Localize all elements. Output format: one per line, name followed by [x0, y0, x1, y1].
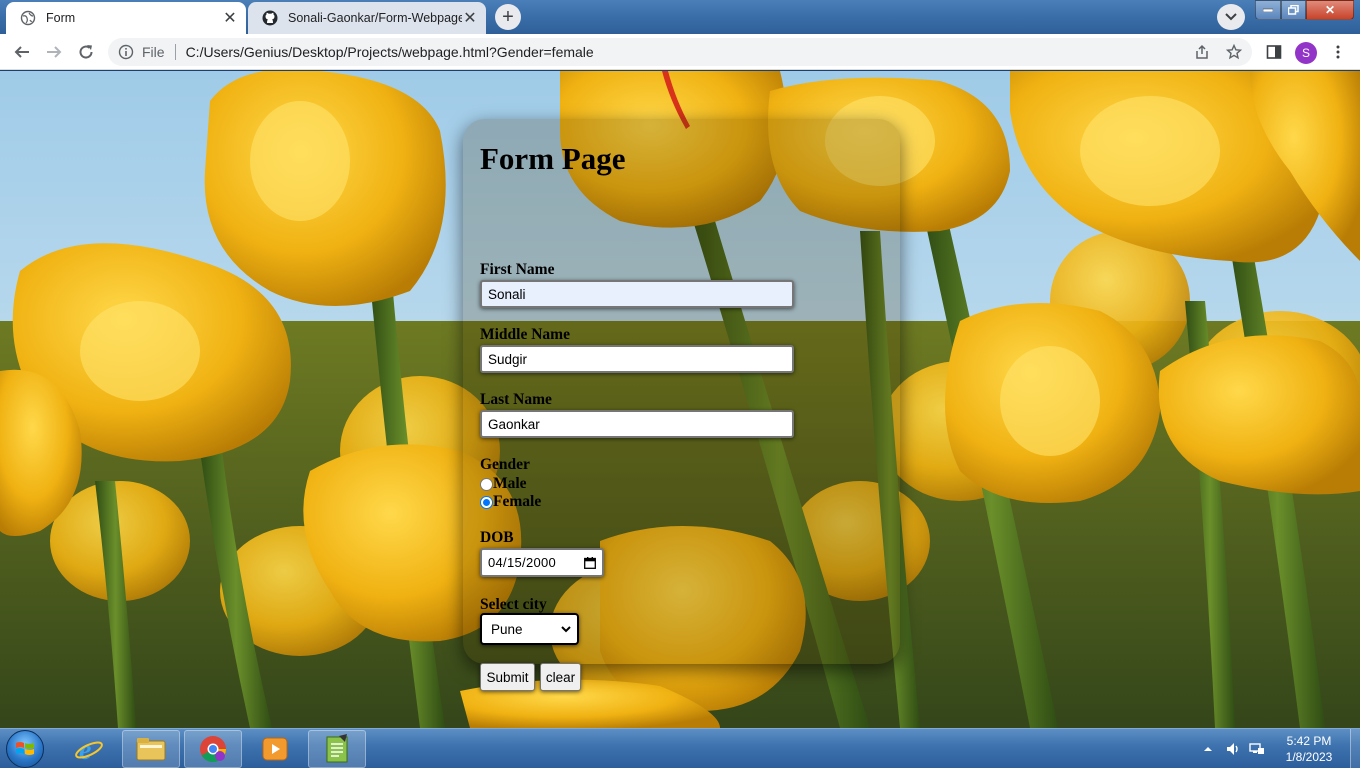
- chevron-down-icon: [561, 626, 571, 633]
- tab-search-button[interactable]: [1217, 4, 1245, 30]
- github-icon: [262, 10, 278, 26]
- page-title: Form Page: [480, 141, 626, 176]
- back-button[interactable]: [8, 38, 36, 66]
- info-icon[interactable]: [118, 44, 134, 60]
- restore-button[interactable]: [1281, 0, 1306, 20]
- gender-option-female[interactable]: Female: [480, 493, 541, 511]
- tab-title: Sonali-Gaonkar/Form-Webpage: [288, 11, 462, 25]
- gender-option-male[interactable]: Male: [480, 475, 527, 493]
- clear-button[interactable]: clear: [540, 663, 581, 691]
- first-name-label: First Name: [480, 261, 555, 278]
- minimize-icon: [1263, 8, 1273, 12]
- reload-icon: [79, 45, 93, 59]
- menu-dots-icon[interactable]: [1330, 44, 1346, 60]
- show-desktop-button[interactable]: [1350, 729, 1360, 768]
- new-tab-button[interactable]: +: [495, 4, 521, 30]
- close-icon[interactable]: ✕: [462, 10, 478, 27]
- clock-time: 5:42 PM: [1286, 734, 1332, 748]
- tab-form[interactable]: Form ✕: [6, 2, 246, 34]
- address-bar[interactable]: File C:/Users/Genius/Desktop/Projects/we…: [108, 38, 1252, 66]
- last-name-input[interactable]: Gaonkar: [480, 410, 794, 438]
- forward-button[interactable]: [40, 38, 68, 66]
- taskbar: e 5:42 PM 1/8/2023: [0, 728, 1360, 768]
- arrow-left-icon: [14, 46, 29, 58]
- page-viewport: Form Page First Name Sonali Middle Name …: [0, 71, 1360, 728]
- clock-date: 1/8/2023: [1285, 750, 1333, 764]
- reload-button[interactable]: [72, 38, 100, 66]
- scheme-label: File: [142, 44, 165, 60]
- start-button[interactable]: [6, 730, 44, 768]
- media-player-icon: [262, 737, 288, 761]
- folder-icon: [136, 738, 166, 761]
- star-icon[interactable]: [1226, 44, 1242, 60]
- url-text[interactable]: C:/Users/Genius/Desktop/Projects/webpage…: [186, 44, 1252, 60]
- restore-icon: [1288, 5, 1299, 15]
- form-card: Form Page First Name Sonali Middle Name …: [463, 119, 900, 691]
- tab-github[interactable]: Sonali-Gaonkar/Form-Webpage ✕: [248, 2, 486, 34]
- network-icon[interactable]: [1249, 741, 1265, 757]
- calendar-icon[interactable]: [584, 557, 596, 569]
- windows-logo-icon: [16, 742, 34, 755]
- window-close-button[interactable]: ✕: [1306, 0, 1354, 20]
- browser-toolbar: File C:/Users/Genius/Desktop/Projects/we…: [0, 34, 1360, 70]
- last-name-label: Last Name: [480, 391, 552, 408]
- file-explorer-button[interactable]: [122, 730, 180, 768]
- internet-explorer-icon: e: [75, 735, 103, 764]
- female-label: Female: [493, 493, 542, 510]
- city-label: Select city: [480, 596, 547, 613]
- dob-value: 04/15/2000: [488, 555, 557, 570]
- male-label: Male: [493, 475, 527, 492]
- city-value: Pune: [491, 621, 523, 637]
- first-name-input[interactable]: Sonali: [480, 280, 794, 308]
- submit-button[interactable]: Submit: [480, 663, 535, 691]
- middle-name-input[interactable]: Sudgir: [480, 345, 794, 373]
- system-clock[interactable]: 5:42 PM 1/8/2023: [1278, 733, 1340, 765]
- chrome-icon: [200, 736, 227, 763]
- female-radio[interactable]: [480, 495, 493, 509]
- tab-strip: Form ✕ Sonali-Gaonkar/Form-Webpage ✕ + ✕: [0, 0, 1360, 34]
- chevron-up-icon[interactable]: [1203, 744, 1213, 754]
- arrow-right-icon: [47, 46, 62, 58]
- chrome-button[interactable]: [184, 730, 242, 768]
- profile-avatar[interactable]: S: [1295, 42, 1317, 64]
- last-name-value: Gaonkar: [488, 416, 540, 432]
- male-radio[interactable]: [480, 477, 493, 491]
- tab-title: Form: [46, 11, 76, 25]
- gender-label: Gender: [480, 456, 530, 473]
- city-select[interactable]: Pune: [480, 613, 579, 645]
- side-panel-icon[interactable]: [1266, 44, 1282, 60]
- first-name-value: Sonali: [488, 286, 526, 302]
- volume-icon[interactable]: [1225, 741, 1241, 757]
- dob-input[interactable]: 04/15/2000: [480, 548, 604, 577]
- close-icon[interactable]: ✕: [222, 10, 238, 27]
- share-icon[interactable]: [1194, 44, 1210, 60]
- internet-explorer-button[interactable]: e: [60, 730, 118, 768]
- chevron-down-icon: [1225, 13, 1237, 21]
- middle-name-label: Middle Name: [480, 326, 570, 343]
- globe-icon: [20, 10, 36, 26]
- minimize-button[interactable]: [1255, 0, 1281, 20]
- middle-name-value: Sudgir: [488, 351, 528, 367]
- notepad-icon: [326, 734, 348, 763]
- notepad-button[interactable]: [308, 730, 366, 768]
- dob-label: DOB: [480, 529, 514, 546]
- media-player-button[interactable]: [246, 730, 304, 768]
- system-tray: [1203, 729, 1265, 768]
- close-icon: ✕: [1324, 3, 1336, 17]
- divider: [174, 44, 176, 60]
